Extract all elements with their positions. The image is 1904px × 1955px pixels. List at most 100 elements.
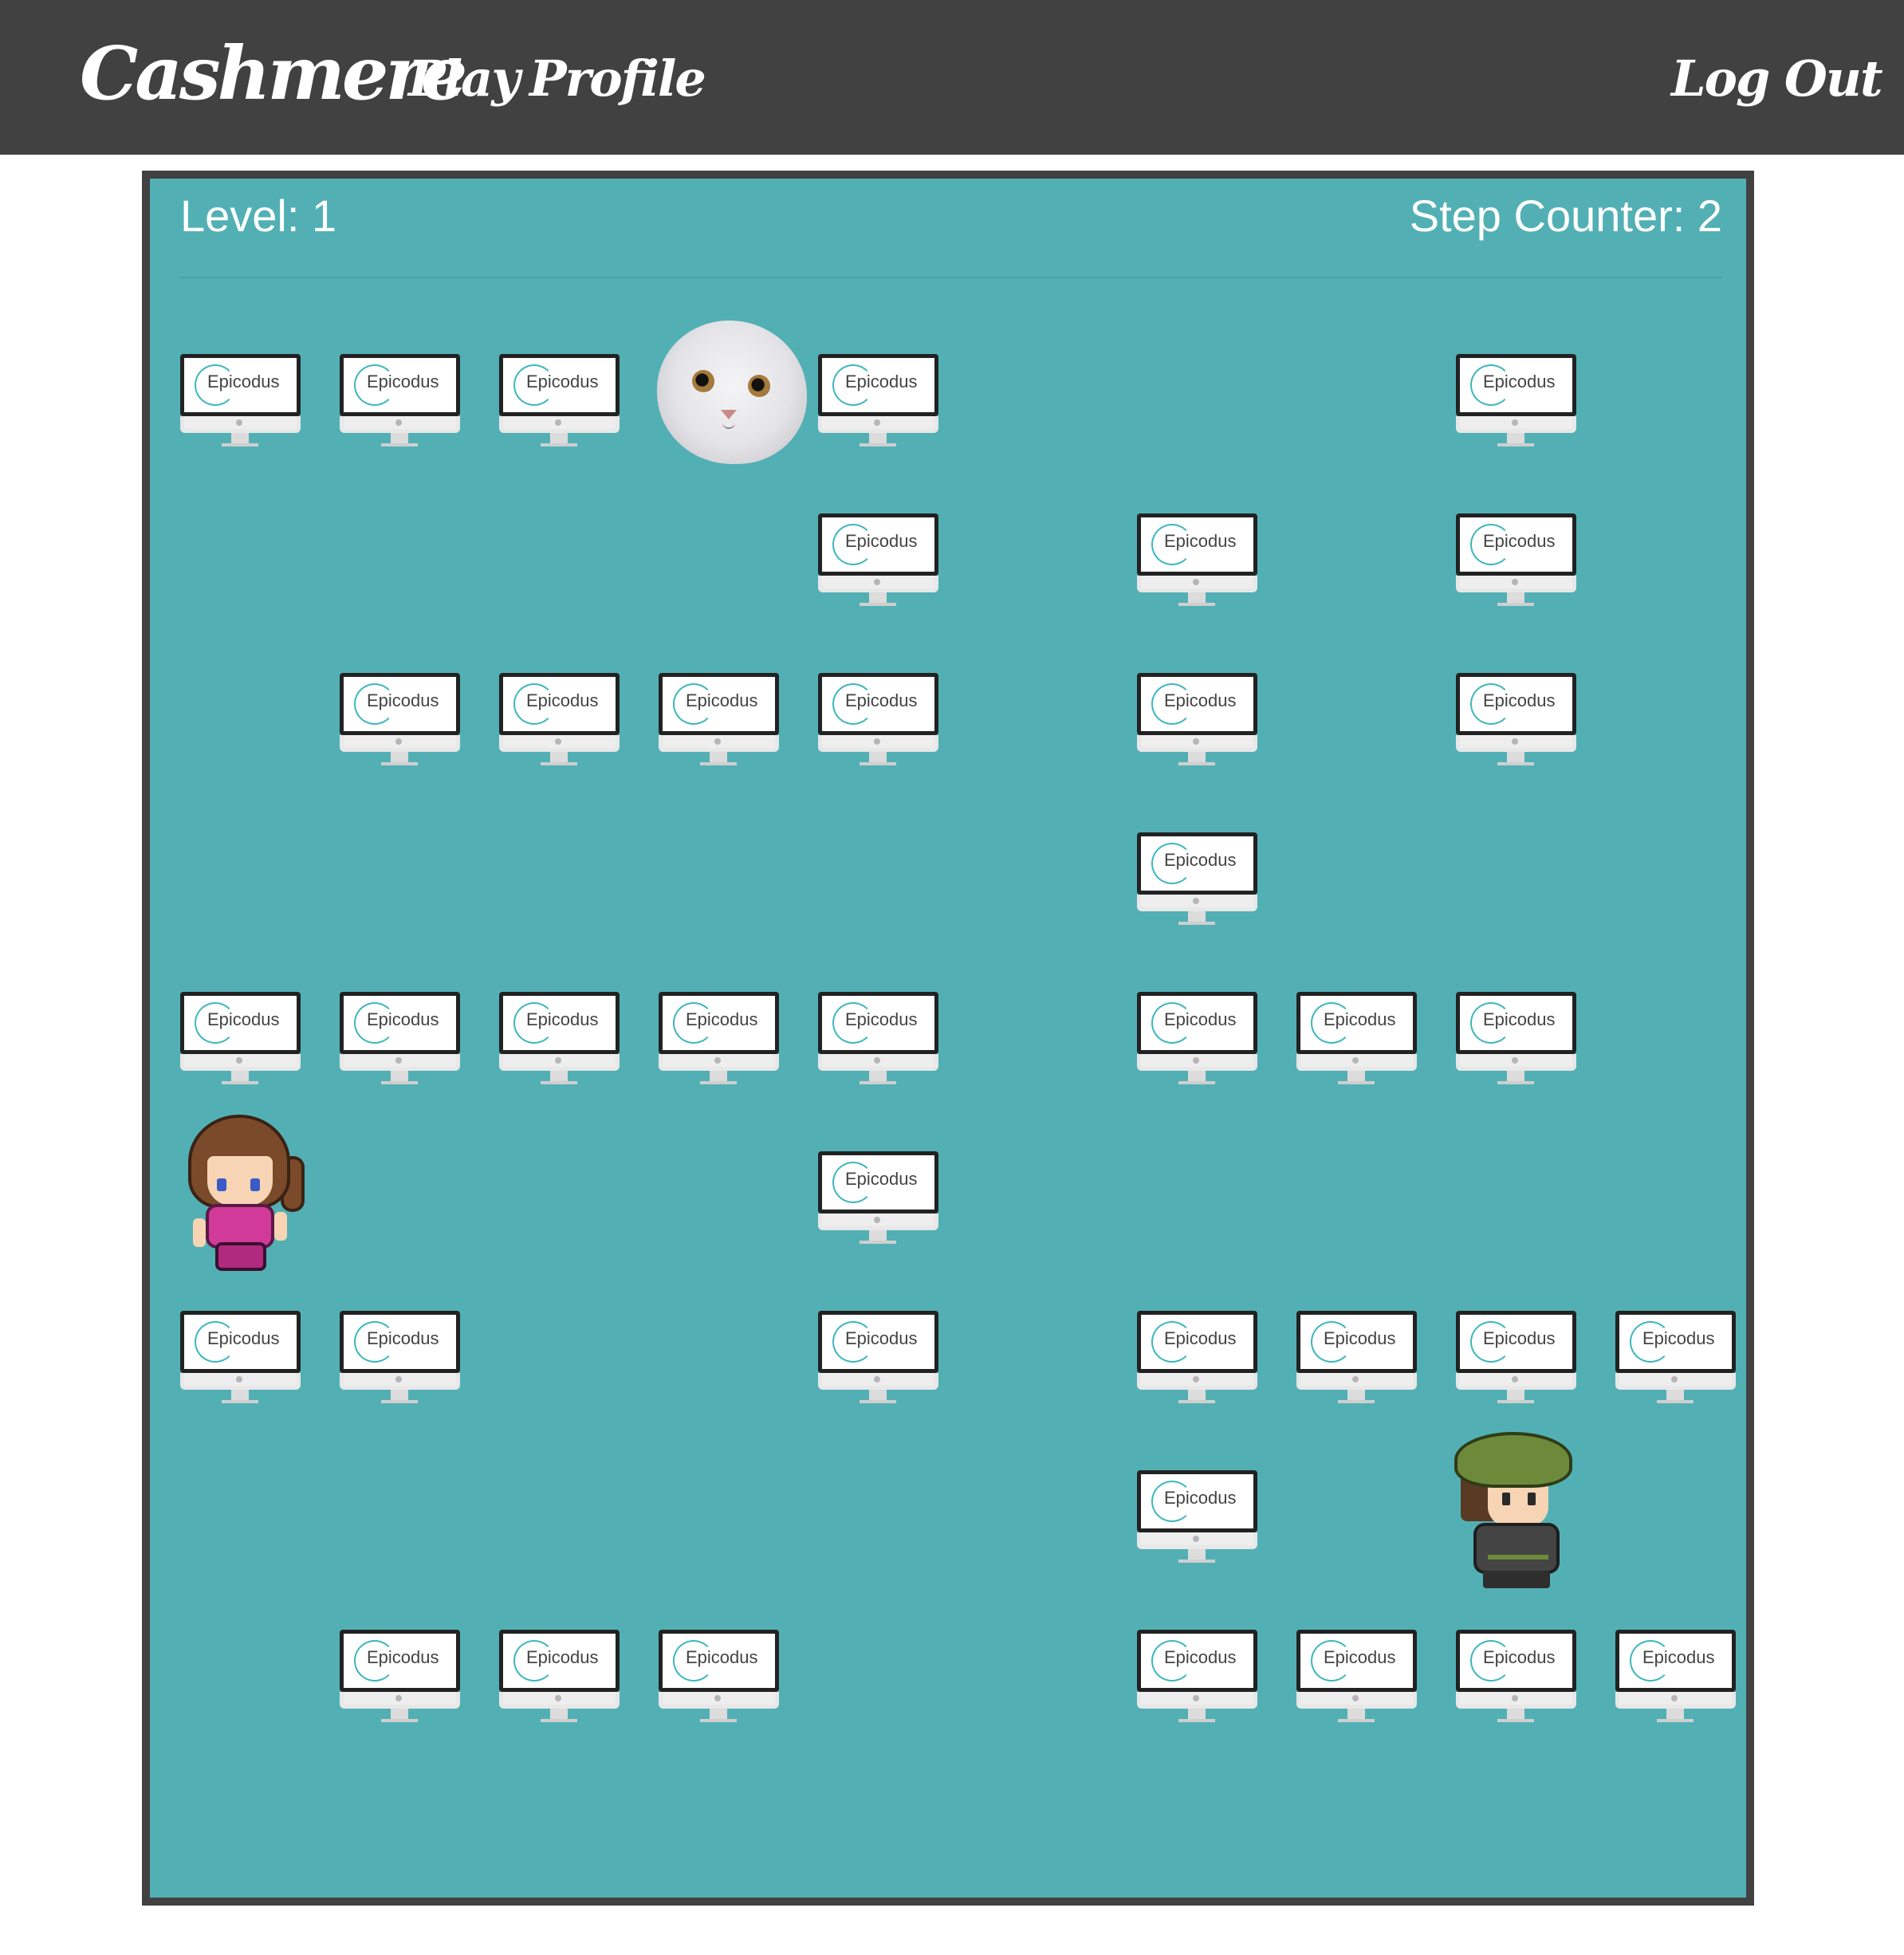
cat-face-icon [657, 321, 807, 464]
monitor-stand [550, 433, 568, 444]
monitor-stand [1188, 911, 1206, 922]
monitor-power-dot [1671, 1695, 1678, 1701]
monitor-power-dot [555, 1695, 561, 1701]
monitor-power-dot [395, 1057, 402, 1064]
monitor-stand [869, 433, 887, 444]
grid-cell-epicodus-computer: Epicodus [1137, 1279, 1296, 1438]
grid-cell-epicodus-computer: Epicodus [499, 322, 659, 482]
monitor-label: Epicodus [845, 372, 918, 391]
monitor-foot [1497, 443, 1534, 446]
player-sprite-icon [177, 1118, 336, 1277]
grid-cell-epicodus-computer: Epicodus [1137, 1598, 1296, 1757]
grid-cell-epicodus-computer: Epicodus [818, 1119, 978, 1279]
monitor-stand [231, 1390, 249, 1401]
epicodus-computer-icon: Epicodus [499, 641, 659, 800]
monitor-label: Epicodus [845, 1009, 918, 1029]
monitor-power-dot [395, 419, 402, 426]
nav-play-link[interactable]: Play [408, 49, 520, 108]
monitor-foot [1338, 1719, 1375, 1722]
grid-cell-epicodus-computer: Epicodus [1615, 1598, 1775, 1757]
monitor-power-dot [1512, 579, 1518, 585]
monitor-label: Epicodus [1164, 1328, 1237, 1348]
monitor-foot [222, 1400, 258, 1403]
cat-eye-left [692, 370, 714, 392]
monitor-stand [1507, 592, 1524, 604]
monitor-foot [1338, 1081, 1375, 1084]
monitor-foot [1657, 1719, 1694, 1722]
epicodus-computer-icon: Epicodus [340, 641, 499, 800]
nav-profile-link[interactable]: Profile [529, 49, 706, 108]
grid-cell-epicodus-computer: Epicodus [1296, 1279, 1456, 1438]
monitor-power-dot [874, 419, 880, 426]
epicodus-computer-icon: Epicodus [1615, 1598, 1775, 1757]
epicodus-computer-icon: Epicodus [1456, 482, 1615, 641]
epicodus-computer-icon: Epicodus [1296, 960, 1456, 1119]
monitor-foot [541, 762, 577, 765]
monitor-foot [860, 1400, 896, 1403]
monitor-stand [550, 1071, 568, 1082]
monitor-power-dot [714, 1057, 721, 1064]
monitor-foot [700, 1719, 737, 1722]
monitor-power-dot [395, 1695, 402, 1701]
monitor-label: Epicodus [686, 1647, 758, 1667]
monitor-label: Epicodus [207, 1009, 280, 1029]
logout-link[interactable]: Log Out [1671, 49, 1883, 108]
monitor-power-dot [1193, 1057, 1199, 1064]
monitor-stand [1188, 1709, 1206, 1720]
grid-cell-epicodus-computer: Epicodus [1456, 1279, 1615, 1438]
monitor-label: Epicodus [1324, 1328, 1396, 1348]
monitor-foot [1497, 762, 1534, 765]
cat-mouth [722, 421, 735, 429]
epicodus-computer-icon: Epicodus [818, 1119, 978, 1279]
player-arm-r [274, 1212, 287, 1241]
monitor-label: Epicodus [1164, 690, 1237, 710]
monitor-power-dot [874, 1376, 880, 1383]
grid-cell-epicodus-computer: Epicodus [818, 641, 978, 800]
grid-cell-epicodus-computer: Epicodus [499, 960, 659, 1119]
monitor-label: Epicodus [845, 531, 918, 551]
monitor-label: Epicodus [1642, 1647, 1715, 1667]
monitor-label: Epicodus [1164, 1647, 1237, 1667]
epicodus-computer-icon: Epicodus [818, 322, 978, 482]
monitor-label: Epicodus [686, 690, 758, 710]
monitor-stand [710, 752, 727, 763]
monitor-foot [1178, 1400, 1215, 1403]
brand-link[interactable]: Cashmere [80, 30, 467, 116]
monitor-power-dot [1512, 1376, 1518, 1383]
epicodus-computer-icon: Epicodus [180, 1279, 340, 1438]
epicodus-computer-icon: Epicodus [1137, 800, 1296, 960]
monitor-stand [550, 1709, 568, 1720]
monitor-power-dot [1193, 738, 1199, 745]
epicodus-computer-icon: Epicodus [340, 322, 499, 482]
grid-cell-epicodus-computer: Epicodus [1456, 641, 1615, 800]
cat-nose [721, 410, 737, 419]
grid-cell-epicodus-computer: Epicodus [818, 960, 978, 1119]
grid-cell-epicodus-computer: Epicodus [818, 482, 978, 641]
enemy-eye-l [1502, 1493, 1510, 1505]
monitor-stand [869, 752, 887, 763]
monitor-foot [1178, 603, 1215, 606]
monitor-power-dot [1193, 1695, 1199, 1701]
monitor-foot [1497, 603, 1534, 606]
monitor-stand [1188, 1549, 1206, 1560]
monitor-power-dot [714, 1695, 721, 1701]
player-eye-l [217, 1178, 226, 1191]
grid-cell-epicodus-computer: Epicodus [1456, 482, 1615, 641]
epicodus-computer-icon: Epicodus [818, 482, 978, 641]
enemy-body [1477, 1526, 1556, 1571]
monitor-foot [860, 1241, 896, 1244]
monitor-power-dot [1193, 1536, 1199, 1542]
monitor-stand [869, 1390, 887, 1401]
epicodus-computer-icon: Epicodus [499, 1598, 659, 1757]
monitor-power-dot [236, 1376, 242, 1383]
epicodus-computer-icon: Epicodus [1456, 1598, 1615, 1757]
monitor-stand [1507, 1071, 1524, 1082]
grid-cell-epicodus-computer: Epicodus [499, 641, 659, 800]
monitor-power-dot [236, 1057, 242, 1064]
monitor-power-dot [555, 419, 561, 426]
epicodus-computer-icon: Epicodus [659, 641, 818, 800]
monitor-stand [391, 1071, 408, 1082]
enemy-sprite-icon [1456, 1435, 1615, 1595]
monitor-foot [381, 762, 418, 765]
monitor-power-dot [1352, 1376, 1359, 1383]
